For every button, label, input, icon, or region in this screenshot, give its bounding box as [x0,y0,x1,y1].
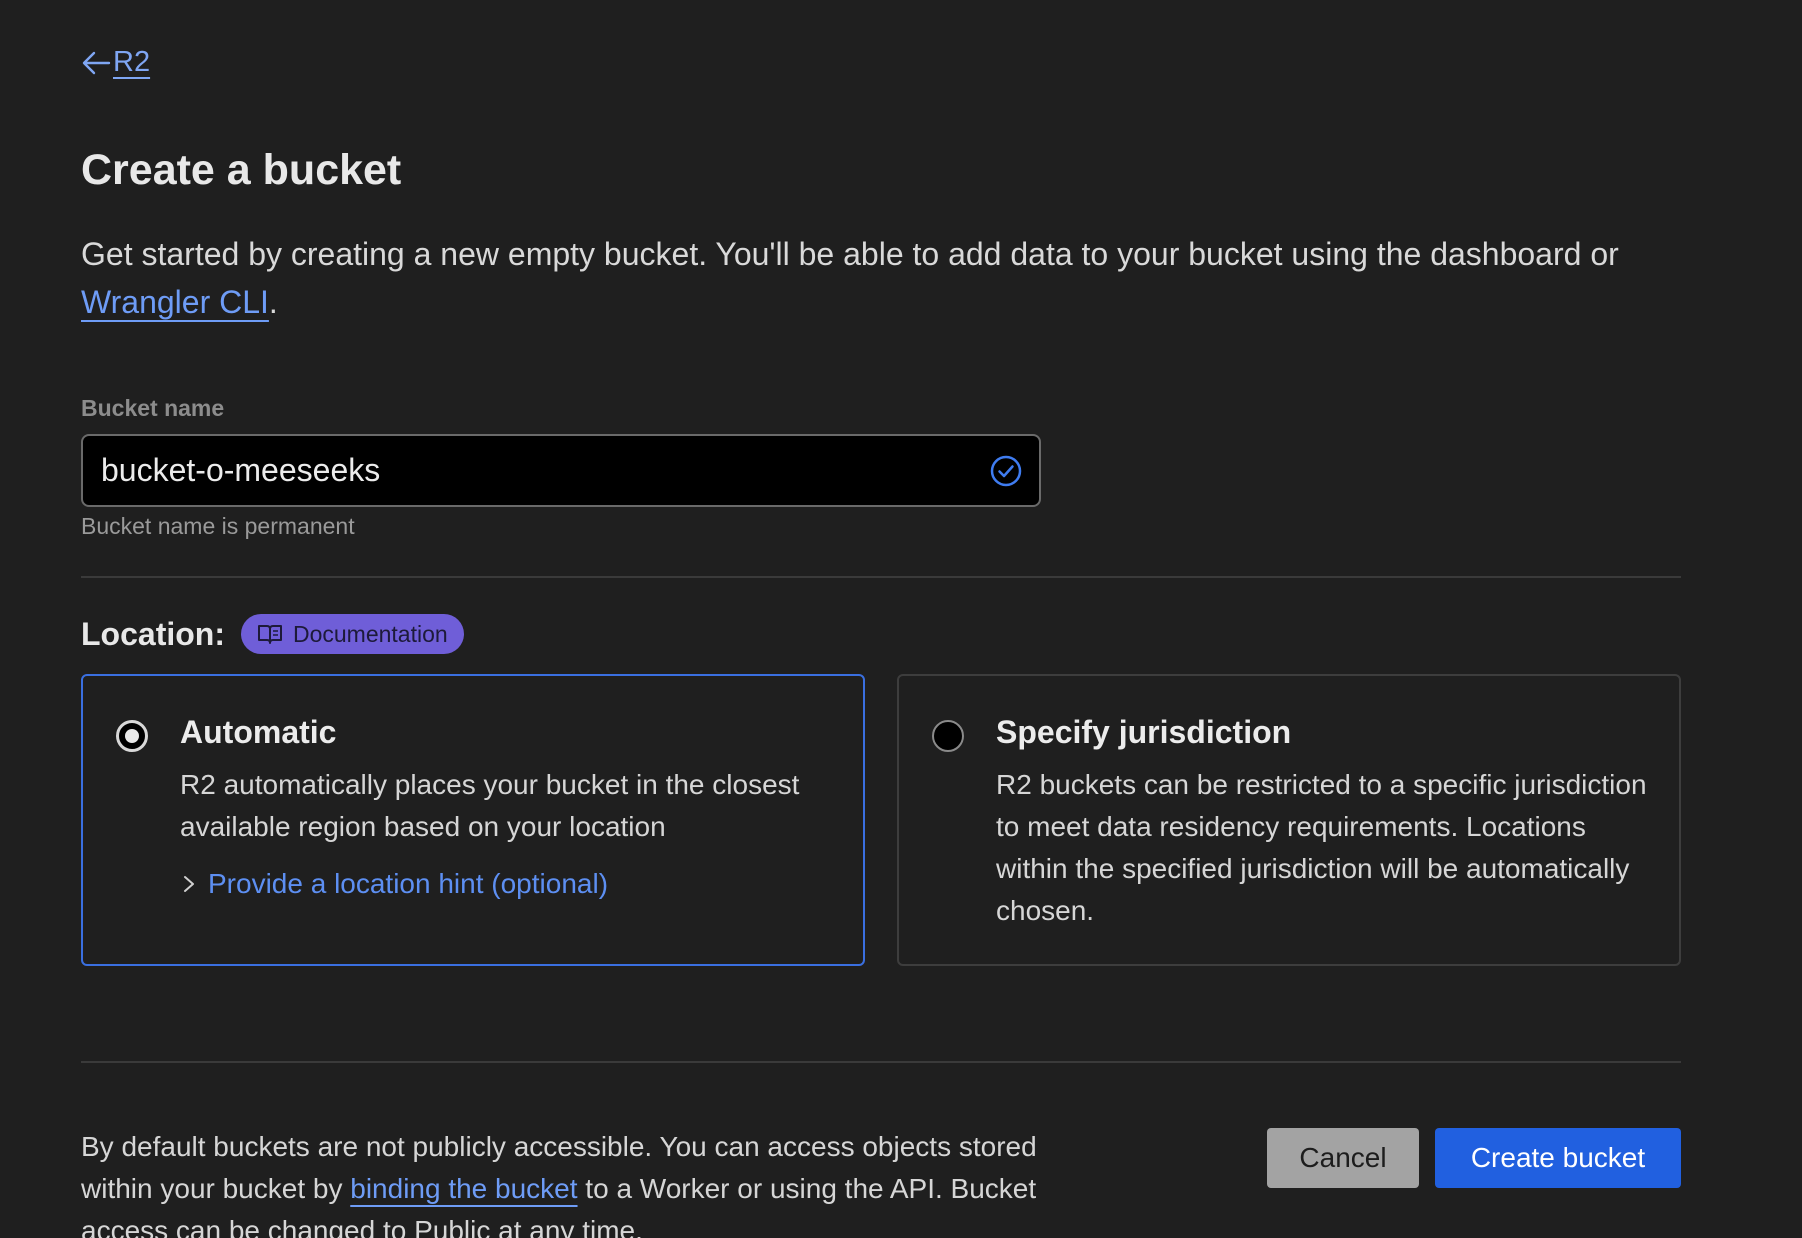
location-hint-label: Provide a location hint (optional) [208,868,609,899]
check-circle-icon [990,455,1022,486]
create-bucket-page: R2 Create a bucket Get started by creati… [0,0,1802,1238]
page-title: Create a bucket [81,146,402,194]
arrow-left-icon [82,51,111,74]
jurisdiction-radio[interactable] [932,720,964,752]
section-divider [81,576,1681,578]
documentation-label: Documentation [292,620,448,647]
binding-the-bucket-link[interactable]: binding the bucket [350,1173,577,1204]
chevron-right-icon [184,876,194,892]
location-hint-toggle[interactable]: Provide a location hint (optional) [182,868,608,900]
create-bucket-button[interactable]: Create bucket [1435,1128,1681,1188]
access-info-text: By default buckets are not publicly acce… [81,1126,1091,1238]
automatic-title: Automatic [180,714,337,750]
intro-text-suffix: . [268,284,278,320]
jurisdiction-description: R2 buckets can be restricted to a specif… [996,769,1647,926]
wrangler-cli-link[interactable]: Wrangler CLI [81,284,269,320]
bucket-name-field-wrapper [81,434,1041,507]
jurisdiction-title: Specify jurisdiction [996,714,1292,750]
back-link[interactable]: R2 [81,46,150,79]
location-header: Location: Documentation [81,614,464,654]
cancel-button[interactable]: Cancel [1267,1128,1419,1188]
footer-divider [81,1061,1681,1063]
intro-text-body: Get started by creating a new empty buck… [81,236,1619,272]
bucket-name-label: Bucket name [81,395,225,421]
intro-text: Get started by creating a new empty buck… [81,230,1701,326]
bucket-name-input[interactable] [99,451,989,490]
location-option-jurisdiction[interactable]: Specify jurisdiction R2 buckets can be r… [897,674,1681,966]
location-label: Location: [81,615,225,652]
location-option-automatic[interactable]: Automatic R2 automatically places your b… [81,674,865,966]
automatic-description: R2 automatically places your bucket in t… [180,769,800,842]
back-link-label: R2 [113,46,151,78]
automatic-radio[interactable] [116,720,148,752]
bucket-name-helper: Bucket name is permanent [81,513,355,539]
book-icon [257,625,282,644]
documentation-badge[interactable]: Documentation [240,614,464,654]
